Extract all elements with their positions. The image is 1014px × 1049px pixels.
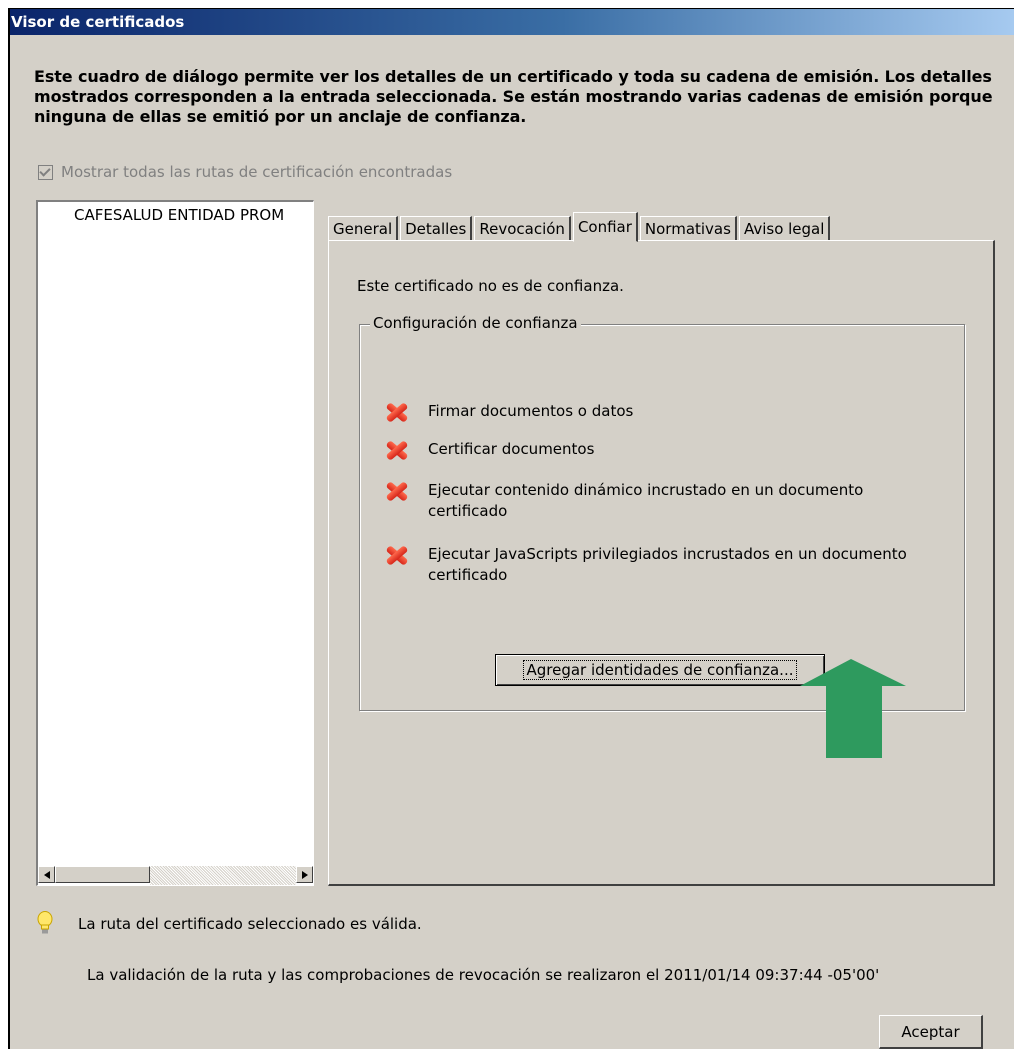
tree-item[interactable]: CAFESALUD ENTIDAD PROM — [74, 206, 314, 224]
arrow-left-icon — [43, 870, 50, 879]
red-x-icon — [384, 439, 408, 461]
trust-item-sign-documents: Firmar documentos o datos — [384, 401, 908, 423]
trust-item-label: Firmar documentos o datos — [428, 402, 634, 420]
certificate-path-tree[interactable]: CAFESALUD ENTIDAD PROM — [36, 200, 314, 886]
tab-aviso-legal[interactable]: Aviso legal — [738, 216, 831, 241]
trust-item-label: Ejecutar contenido dinámico incrustado e… — [428, 481, 864, 520]
trust-item-privileged-javascript: Ejecutar JavaScripts privilegiados incru… — [384, 544, 908, 586]
tab-normativas[interactable]: Normativas — [639, 216, 737, 241]
add-trusted-identities-label: Agregar identidades de confianza... — [522, 660, 798, 680]
scroll-right-button[interactable] — [296, 866, 313, 883]
trust-tab-panel: Este certificado no es de confianza. Con… — [328, 240, 995, 886]
certificate-viewer-dialog: Visor de certificados Este cuadro de diá… — [8, 8, 1014, 1049]
tab-confiar[interactable]: Confiar — [572, 212, 638, 242]
group-label: Configuración de confianza — [370, 314, 581, 332]
trust-settings-group: Configuración de confianza Firmar docume… — [359, 314, 965, 711]
red-x-icon — [384, 401, 408, 423]
show-all-paths-checkbox[interactable]: Mostrar todas las rutas de certificación… — [38, 163, 452, 181]
ok-button[interactable]: Aceptar — [879, 1015, 983, 1049]
validation-text: La validación de la ruta y las comprobac… — [87, 966, 880, 984]
trust-item-label: Certificar documentos — [428, 440, 595, 458]
red-x-icon — [384, 480, 408, 502]
tab-strip: General Detalles Revocación Confiar Norm… — [328, 207, 832, 242]
trust-status-text: Este certificado no es de confianza. — [357, 277, 624, 295]
tab-general[interactable]: General — [328, 216, 399, 241]
tab-detalles[interactable]: Detalles — [400, 216, 473, 241]
trust-item-certify-documents: Certificar documentos — [384, 439, 908, 461]
path-status-text: La ruta del certificado seleccionado es … — [78, 915, 422, 933]
add-trusted-identities-button[interactable]: Agregar identidades de confianza... — [495, 654, 825, 686]
scroll-thumb[interactable] — [55, 866, 150, 883]
trust-item-dynamic-content: Ejecutar contenido dinámico incrustado e… — [384, 480, 908, 522]
lightbulb-icon — [37, 911, 53, 934]
checkbox-checked-icon — [38, 164, 53, 180]
horizontal-scrollbar[interactable] — [38, 866, 313, 885]
annotation-arrow-icon — [800, 659, 906, 758]
title-bar: Visor de certificados — [10, 9, 1014, 35]
trust-item-label: Ejecutar JavaScripts privilegiados incru… — [428, 545, 907, 584]
show-all-paths-label: Mostrar todas las rutas de certificación… — [61, 163, 453, 181]
dialog-description: Este cuadro de diálogo permite ver los d… — [34, 67, 993, 126]
scroll-left-button[interactable] — [38, 866, 55, 883]
scroll-track[interactable] — [150, 866, 296, 885]
red-x-icon — [384, 544, 408, 566]
tab-revocacion[interactable]: Revocación — [474, 216, 571, 241]
path-status: La ruta del certificado seleccionado es … — [36, 911, 422, 937]
arrow-right-icon — [301, 870, 308, 879]
